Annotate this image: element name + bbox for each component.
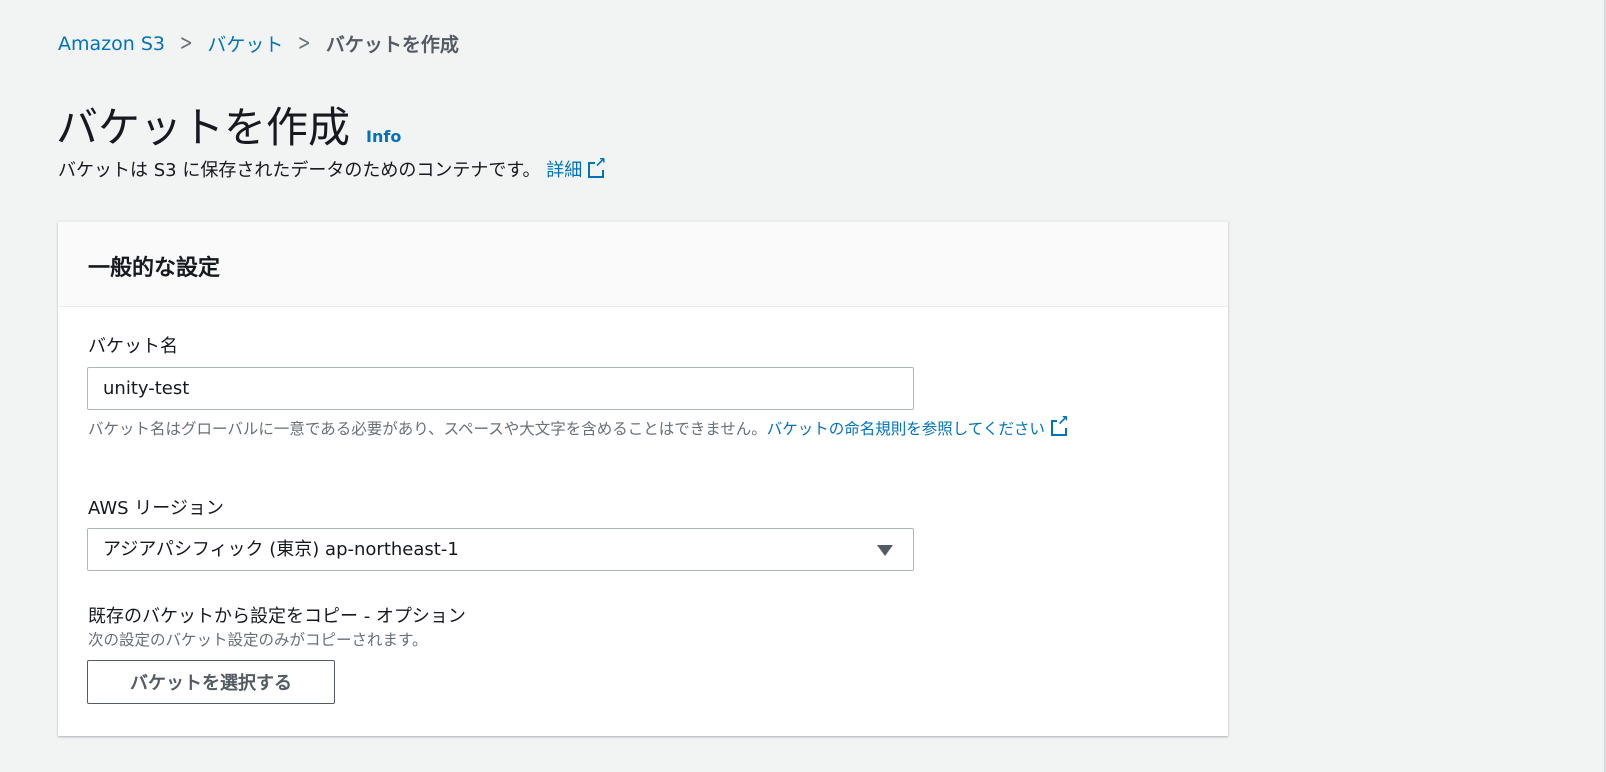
chevron-right-icon: > bbox=[298, 31, 312, 56]
panel-title: 一般的な設定 bbox=[58, 222, 1228, 307]
caret-down-icon bbox=[877, 545, 893, 556]
naming-rules-link[interactable]: バケットの命名規則を参照してください bbox=[767, 414, 1069, 438]
breadcrumb-amazon-s3[interactable]: Amazon S3 bbox=[58, 33, 165, 55]
copy-settings-label: 既存のバケットから設定をコピー - オプション bbox=[88, 606, 466, 627]
page-title: バケットを作成 Info bbox=[56, 94, 401, 155]
info-link[interactable]: Info bbox=[366, 127, 401, 146]
copy-settings-hint: 次の設定のバケット設定のみがコピーされます。 bbox=[88, 631, 428, 649]
page-title-text: バケットを作成 bbox=[56, 103, 351, 152]
bucket-name-input[interactable]: unity-test bbox=[87, 367, 914, 410]
bucket-name-label: バケット名 bbox=[88, 336, 178, 357]
choose-bucket-button[interactable]: バケットを選択する bbox=[87, 660, 335, 704]
region-value: アジアパシフィック (東京) ap-northeast-1 bbox=[103, 539, 459, 560]
breadcrumb-buckets[interactable]: バケット bbox=[207, 30, 283, 57]
learn-more-link[interactable]: 詳細 bbox=[546, 156, 607, 181]
breadcrumb-current: バケットを作成 bbox=[325, 34, 459, 56]
region-label: AWS リージョン bbox=[88, 498, 224, 519]
chevron-right-icon: > bbox=[179, 31, 193, 56]
external-link-icon bbox=[588, 156, 607, 178]
bucket-name-hint: バケット名はグローバルに一意である必要があり、スペースや大文字を含めることはでき… bbox=[88, 414, 1178, 440]
page-description: バケットは S3 に保存されたデータのためのコンテナです。 詳細 bbox=[58, 156, 607, 182]
external-link-icon bbox=[1050, 414, 1069, 436]
region-select[interactable]: アジアパシフィック (東京) ap-northeast-1 bbox=[87, 528, 914, 571]
description-text: バケットは S3 に保存されたデータのためのコンテナです。 bbox=[58, 160, 541, 181]
breadcrumb: Amazon S3 > バケット > バケットを作成 bbox=[58, 30, 459, 57]
general-settings-panel: 一般的な設定 バケット名 unity-test バケット名はグローバルに一意であ… bbox=[58, 221, 1228, 736]
